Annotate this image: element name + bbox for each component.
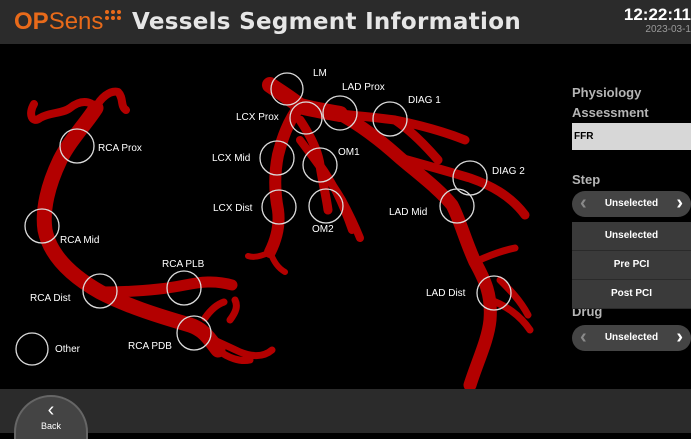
segment-label-rca-pdb: RCA PDB [128, 341, 172, 352]
segment-label-lad-mid: LAD Mid [389, 207, 427, 218]
step-dropdown-menu[interactable]: Unselected Pre PCI Post PCI [572, 222, 691, 309]
step-selector-value: Unselected [604, 198, 659, 209]
vessel-tree [27, 77, 534, 389]
segment-label-om1: OM1 [338, 147, 360, 158]
segment-label-om2: OM2 [312, 224, 334, 235]
segment-label-diag-1: DIAG 1 [408, 95, 441, 106]
drug-selector-value: Unselected [604, 332, 659, 343]
clock: 12:22:11 2023-03-1 [611, 6, 691, 36]
step-prev-chevron-left-icon[interactable]: ‹ [580, 191, 587, 215]
segment-marker-other[interactable] [15, 332, 49, 366]
segment-label-rca-dist: RCA Dist [30, 293, 71, 304]
segment-label-lm: LM [313, 68, 327, 79]
segment-label-diag-2: DIAG 2 [492, 166, 525, 177]
chevron-left-icon: ‹ [47, 399, 55, 421]
logo-sens: Sens [48, 8, 104, 35]
segment-label-lcx-mid: LCX Mid [212, 153, 250, 164]
lad-vessel [333, 107, 497, 389]
drug-selector[interactable]: Unselected ‹ › [572, 325, 691, 351]
step-option-unselected[interactable]: Unselected [572, 222, 691, 251]
clock-date: 2023-03-1 [645, 24, 691, 35]
lcx-distal-branches [245, 249, 288, 275]
step-option-pre-pci[interactable]: Pre PCI [572, 251, 691, 280]
segment-label-lad-dist: LAD Dist [426, 288, 466, 299]
segment-label-other: Other [55, 344, 81, 355]
segment-label-lcx-dist: LCX Dist [213, 203, 253, 214]
segment-label-rca-plb: RCA PLB [162, 259, 205, 270]
back-button[interactable]: ‹ Back [14, 395, 88, 439]
segment-label-lcx-prox: LCX Prox [236, 112, 279, 123]
assessment-field[interactable]: FFR [572, 123, 691, 150]
footer-bar [0, 389, 691, 433]
back-button-label: Back [40, 421, 61, 431]
step-heading: Step [572, 172, 601, 187]
header-bar: OP Sens Vessels Segment Information 12:2… [0, 0, 691, 44]
clock-time: 12:22:11 [623, 5, 691, 24]
logo-op: OP [14, 8, 49, 35]
coronary-tree-diagram: LM LAD Prox DIAG 1 LCX Prox RCA Prox OM1… [15, 68, 534, 389]
logo-dots-icon [105, 10, 122, 22]
rca-origin-branches [27, 87, 130, 124]
segment-label-rca-mid: RCA Mid [60, 235, 99, 246]
opsens-logo: OP Sens [14, 8, 122, 35]
settings-panel: Physiology Assessment FFR Step Unselecte… [563, 44, 691, 389]
assessment-heading-line1: Physiology [572, 85, 642, 100]
step-option-post-pci[interactable]: Post PCI [572, 280, 691, 309]
step-selector[interactable]: Unselected ‹ › [572, 191, 691, 217]
segment-label-rca-prox: RCA Prox [98, 143, 142, 154]
segment-label-lad-prox: LAD Prox [342, 82, 385, 93]
drug-prev-chevron-left-icon[interactable]: ‹ [580, 325, 587, 349]
lcx-vessel [264, 100, 306, 258]
step-next-chevron-right-icon[interactable]: › [676, 191, 683, 215]
page-title: Vessels Segment Information [132, 9, 521, 35]
app-window: OP Sens Vessels Segment Information 12:2… [0, 0, 691, 439]
assessment-heading-line2: Assessment [572, 105, 649, 120]
rca-plb-branch [94, 276, 238, 298]
drug-next-chevron-right-icon[interactable]: › [676, 325, 683, 349]
